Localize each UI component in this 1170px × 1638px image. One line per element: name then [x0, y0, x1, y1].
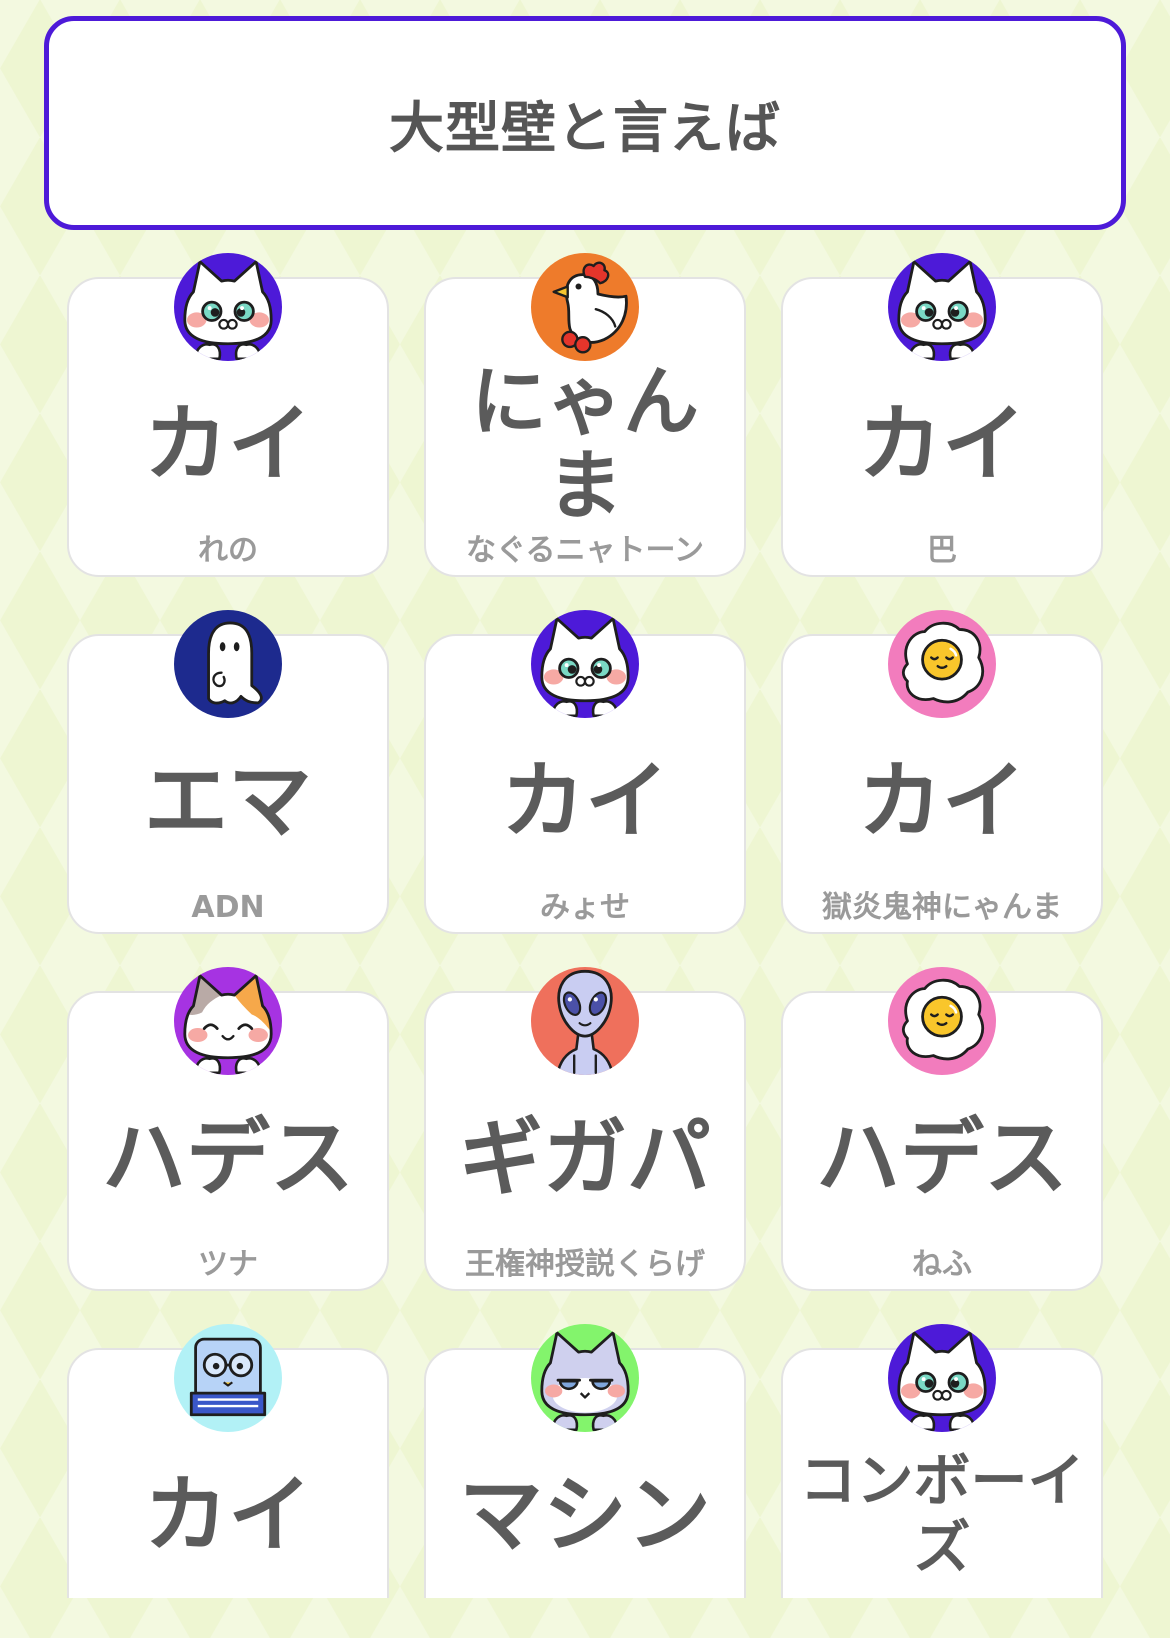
fried-egg-icon	[888, 610, 996, 718]
avatar-image	[174, 967, 282, 1075]
answer-text: ハデス	[815, 1108, 1068, 1207]
answer-text: ギガパ	[458, 1108, 711, 1207]
answer-text: コンボーイズ	[799, 1447, 1085, 1581]
cat-icon	[531, 610, 639, 718]
avatar-graphic	[542, 619, 628, 716]
answer-text-area: カイ	[434, 722, 736, 880]
cat-icon	[174, 253, 282, 361]
answer-text-area: マシン	[434, 1436, 736, 1594]
avatar-graphic	[899, 262, 985, 359]
avatar-graphic	[542, 1333, 628, 1430]
avatar-image	[531, 1324, 639, 1432]
fried-egg-icon	[888, 967, 996, 1075]
answer-text: カイ	[143, 1465, 312, 1564]
avatar-graphic	[554, 263, 627, 353]
avatar-graphic	[557, 971, 613, 1075]
answer-text-area: カイ	[791, 722, 1093, 880]
avatar-graphic	[899, 1333, 985, 1430]
answer-text-area: カイ	[77, 1436, 379, 1594]
author-name: ツナ	[198, 1247, 258, 1282]
avatar-graphic	[903, 623, 982, 702]
author-name: みょせ	[540, 890, 630, 925]
avatar-image	[531, 610, 639, 718]
avatar-image	[888, 967, 996, 1075]
alien-icon	[531, 967, 639, 1075]
avatar-graphic	[185, 262, 271, 359]
author-name: 王権神授説くらげ	[465, 1247, 705, 1282]
avatar-image	[531, 967, 639, 1075]
answer-card-grid[interactable]: カイ れの にゃんま なぐるニャトーン カイ 巴 エマ ADN カイ みょせ カ…	[67, 240, 1103, 1598]
author-name: なぐるニャトーン	[466, 533, 704, 568]
answer-card[interactable]: ハデス ツナ	[67, 967, 389, 1291]
answer-text-area: ギガパ	[434, 1079, 736, 1237]
answer-card[interactable]: ギガパ 王権神授説くらげ	[424, 967, 746, 1291]
answer-card[interactable]: コンボーイズ	[781, 1324, 1103, 1598]
answer-text: カイ	[857, 751, 1026, 850]
sleepy-cat-icon	[531, 1324, 639, 1432]
answer-text: エマ	[143, 751, 312, 850]
avatar-image	[888, 253, 996, 361]
author-name: 巴	[927, 533, 957, 568]
answer-card[interactable]: カイ みょせ	[424, 610, 746, 934]
answer-card[interactable]: ハデス ねふ	[781, 967, 1103, 1291]
avatar-image	[174, 1324, 282, 1432]
avatar-graphic	[209, 623, 262, 703]
answer-card[interactable]: カイ 巴	[781, 253, 1103, 577]
author-name: 獄炎鬼神にゃんま	[822, 890, 1062, 925]
answer-text-area: にゃんま	[434, 360, 736, 527]
author-name: れの	[198, 533, 258, 568]
answer-card[interactable]: カイ れの	[67, 253, 389, 577]
answer-card[interactable]: カイ	[67, 1324, 389, 1598]
answer-text: にゃんま	[471, 357, 699, 530]
answer-text: カイ	[857, 394, 1026, 493]
avatar-graphic	[903, 980, 982, 1059]
answer-text-area: ハデス	[791, 1079, 1093, 1237]
avatar-image	[174, 610, 282, 718]
answer-text-area: エマ	[77, 722, 379, 880]
answer-card[interactable]: マシン	[424, 1324, 746, 1598]
answer-text-area: コンボーイズ	[791, 1436, 1093, 1594]
avatar-graphic	[191, 1339, 264, 1415]
cat-icon	[888, 1324, 996, 1432]
answer-card[interactable]: にゃんま なぐるニャトーン	[424, 253, 746, 577]
answer-text: カイ	[500, 751, 669, 850]
topic-banner: 大型壁と言えば	[44, 16, 1126, 230]
answer-card[interactable]: エマ ADN	[67, 610, 389, 934]
avatar-image	[174, 253, 282, 361]
calico-cat-icon	[174, 967, 282, 1075]
answer-card[interactable]: カイ 獄炎鬼神にゃんま	[781, 610, 1103, 934]
cat-icon	[888, 253, 996, 361]
answer-text-area: カイ	[77, 365, 379, 523]
answer-text: ハデス	[101, 1108, 354, 1207]
avatar-image	[531, 253, 639, 361]
answer-text: カイ	[143, 394, 312, 493]
answer-text: マシン	[458, 1465, 711, 1564]
answer-text-area: ハデス	[77, 1079, 379, 1237]
answer-text-area: カイ	[791, 365, 1093, 523]
avatar-graphic	[185, 976, 271, 1073]
author-name: ADN	[191, 890, 265, 925]
ghost-icon	[174, 610, 282, 718]
avatar-image	[888, 610, 996, 718]
avatar-image	[888, 1324, 996, 1432]
chicken-icon	[531, 253, 639, 361]
topic-title: 大型壁と言えば	[388, 96, 781, 160]
book-icon	[174, 1324, 282, 1432]
author-name: ねふ	[912, 1247, 972, 1282]
